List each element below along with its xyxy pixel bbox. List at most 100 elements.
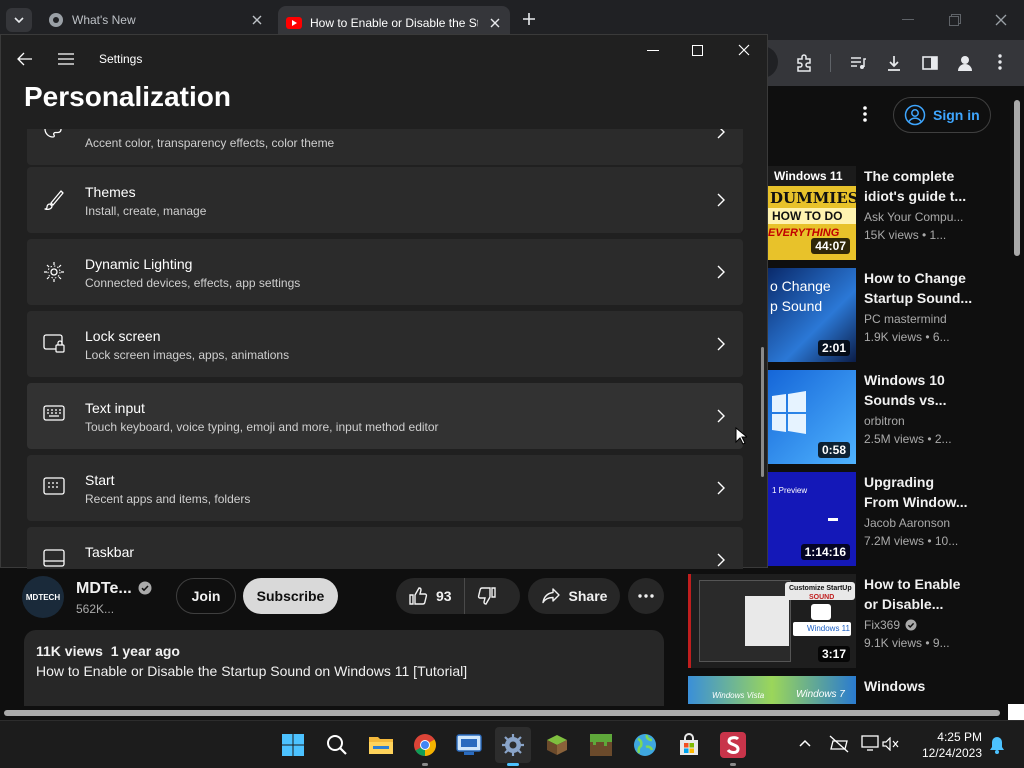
- hamburger-menu-icon[interactable]: [58, 53, 74, 65]
- taskbar-minecraft-launcher[interactable]: [539, 727, 575, 763]
- rec-title-line[interactable]: Windows: [864, 676, 925, 696]
- like-count: 93: [436, 588, 452, 604]
- rec-info[interactable]: The complete idiot's guide t... Ask Your…: [864, 166, 1014, 244]
- taskbar-chrome[interactable]: [407, 727, 443, 766]
- rec-thumbnail[interactable]: 1 Preview 1:14:16: [768, 472, 856, 566]
- like-button[interactable]: 93: [396, 578, 465, 614]
- taskbar-recording-app[interactable]: [715, 727, 751, 766]
- tray-overflow-chevron-icon[interactable]: [799, 739, 811, 747]
- rec-stats: 9.1K views • 9...: [864, 636, 950, 650]
- rec-thumbnail[interactable]: 0:58: [768, 370, 856, 464]
- settings-row-lock-screen[interactable]: Lock screen Lock screen images, apps, an…: [27, 311, 743, 377]
- rec-title-line: or Disable...: [864, 596, 944, 612]
- channel-name[interactable]: MDTe...: [76, 580, 132, 598]
- thumb-text: Windows 7: [796, 689, 845, 700]
- browser-minimize-icon[interactable]: [902, 19, 914, 21]
- display-icon[interactable]: [861, 735, 879, 751]
- taskbar-store[interactable]: [671, 727, 707, 763]
- download-icon[interactable]: [885, 54, 903, 72]
- grass-block-icon: [590, 734, 612, 756]
- page-scrollbar[interactable]: [1010, 86, 1024, 706]
- close-tab-icon[interactable]: [490, 18, 500, 28]
- rec-title-line: The complete: [864, 168, 955, 184]
- more-actions-button[interactable]: [628, 578, 664, 614]
- sign-in-button[interactable]: Sign in: [893, 97, 991, 133]
- notification-bell-icon[interactable]: [989, 736, 1005, 754]
- rec-thumbnail[interactable]: Windows Vista Windows 7: [688, 676, 856, 704]
- thumb-text: Customize StartUp: [789, 585, 852, 592]
- row-subtitle: Connected devices, effects, app settings: [85, 276, 301, 290]
- rec-thumbnail[interactable]: Windows 11 DUMMIES HOW TO DO EVERYTHING …: [768, 166, 856, 260]
- start-button[interactable]: [275, 727, 311, 763]
- gear-icon: [502, 734, 524, 756]
- horizontal-scrollbar[interactable]: [0, 704, 1024, 720]
- tab-search-chevron-icon[interactable]: [6, 8, 32, 32]
- rec-info[interactable]: Windows 10 Sounds vs... orbitron 2.5M vi…: [864, 370, 1014, 448]
- row-subtitle: Recent apps and items, folders: [85, 492, 251, 506]
- settings-scrollbar-thumb[interactable]: [761, 347, 764, 477]
- settings-row-themes[interactable]: Themes Install, create, manage: [27, 167, 743, 233]
- profile-icon[interactable]: [955, 53, 975, 73]
- settings-row-start[interactable]: Start Recent apps and items, folders: [27, 455, 743, 521]
- side-panel-icon[interactable]: [921, 54, 939, 72]
- join-button[interactable]: Join: [176, 578, 236, 614]
- chevron-right-icon: [717, 337, 725, 351]
- subscribe-button[interactable]: Subscribe: [243, 578, 338, 614]
- windows-logo-icon: [772, 391, 806, 434]
- keyboard-icon: [43, 405, 65, 421]
- channel-avatar[interactable]: MDTECH: [22, 576, 64, 618]
- verified-icon: [138, 581, 152, 595]
- settings-close-icon[interactable]: [738, 44, 750, 56]
- monitor-app-icon: [456, 734, 482, 755]
- browser-restore-icon[interactable]: [949, 14, 961, 26]
- taskbar-settings[interactable]: [495, 727, 531, 766]
- settings-minimize-icon[interactable]: [647, 50, 659, 52]
- chrome-menu-icon[interactable]: [998, 54, 1002, 70]
- sign-in-label: Sign in: [933, 107, 980, 123]
- extensions-icon[interactable]: [795, 54, 813, 72]
- row-subtitle: Install, create, manage: [85, 204, 207, 218]
- rec-title-line: From Window...: [864, 494, 968, 510]
- rec-channel: orbitron: [864, 414, 905, 428]
- taskbar-file-explorer[interactable]: [363, 727, 399, 763]
- rec-info[interactable]: How to Change Startup Sound... PC master…: [864, 268, 1014, 346]
- youtube-more-icon[interactable]: [863, 106, 867, 122]
- back-arrow-icon[interactable]: [17, 52, 33, 66]
- description-box[interactable]: 11K views 1 year ago How to Enable or Di…: [24, 630, 664, 706]
- dislike-button[interactable]: [465, 578, 497, 614]
- media-control-icon[interactable]: [849, 54, 867, 72]
- rec-info[interactable]: How to Enable or Disable... Fix369 9.1K …: [864, 574, 1014, 652]
- taskbar-minecraft[interactable]: [583, 727, 619, 763]
- horizontal-scrollbar-thumb[interactable]: [4, 710, 1000, 716]
- settings-list[interactable]: Accent color, transparency effects, colo…: [1, 129, 767, 569]
- settings-row-dynamic-lighting[interactable]: Dynamic Lighting Connected devices, effe…: [27, 239, 743, 305]
- browser-close-icon[interactable]: [995, 14, 1007, 26]
- rec-thumbnail[interactable]: Customize StartUp SOUND Windows 11 3:17: [688, 574, 856, 668]
- rec-thumbnail[interactable]: o Change p Sound 2:01: [768, 268, 856, 362]
- taskbar-maps[interactable]: [627, 727, 663, 763]
- settings-row-colors[interactable]: Accent color, transparency effects, colo…: [27, 129, 743, 165]
- page-scrollbar-thumb[interactable]: [1014, 100, 1020, 256]
- rec-info[interactable]: Upgrading From Window... Jacob Aaronson …: [864, 472, 1014, 550]
- video-duration: 2:01: [817, 340, 850, 356]
- network-disabled-icon[interactable]: [829, 735, 849, 753]
- share-button[interactable]: Share: [528, 578, 620, 614]
- volume-muted-icon[interactable]: [882, 737, 900, 751]
- views-and-date: 11K views 1 year ago: [36, 643, 180, 659]
- settings-maximize-icon[interactable]: [692, 45, 703, 56]
- taskbar-remote-app[interactable]: [451, 727, 487, 763]
- settings-row-taskbar[interactable]: Taskbar: [27, 527, 743, 569]
- tab-whats-new[interactable]: What's New: [40, 6, 270, 34]
- rec-stats: 2.5M views • 2...: [864, 432, 952, 446]
- new-tab-icon[interactable]: [522, 12, 536, 26]
- youtube-favicon-icon: [286, 17, 302, 29]
- taskbar-search-button[interactable]: [319, 727, 355, 763]
- thumbs-down-icon: [477, 586, 497, 606]
- rec-stats: 7.2M views • 10...: [864, 534, 959, 548]
- settings-row-text-input[interactable]: Text input Touch keyboard, voice typing,…: [27, 383, 743, 449]
- clock[interactable]: 4:25 PM 12/24/2023: [910, 729, 982, 761]
- rec-channel: Fix369: [864, 618, 901, 632]
- thumb-text: SOUND: [809, 594, 835, 601]
- row-title: Text input: [85, 400, 145, 416]
- close-tab-icon[interactable]: [252, 15, 262, 25]
